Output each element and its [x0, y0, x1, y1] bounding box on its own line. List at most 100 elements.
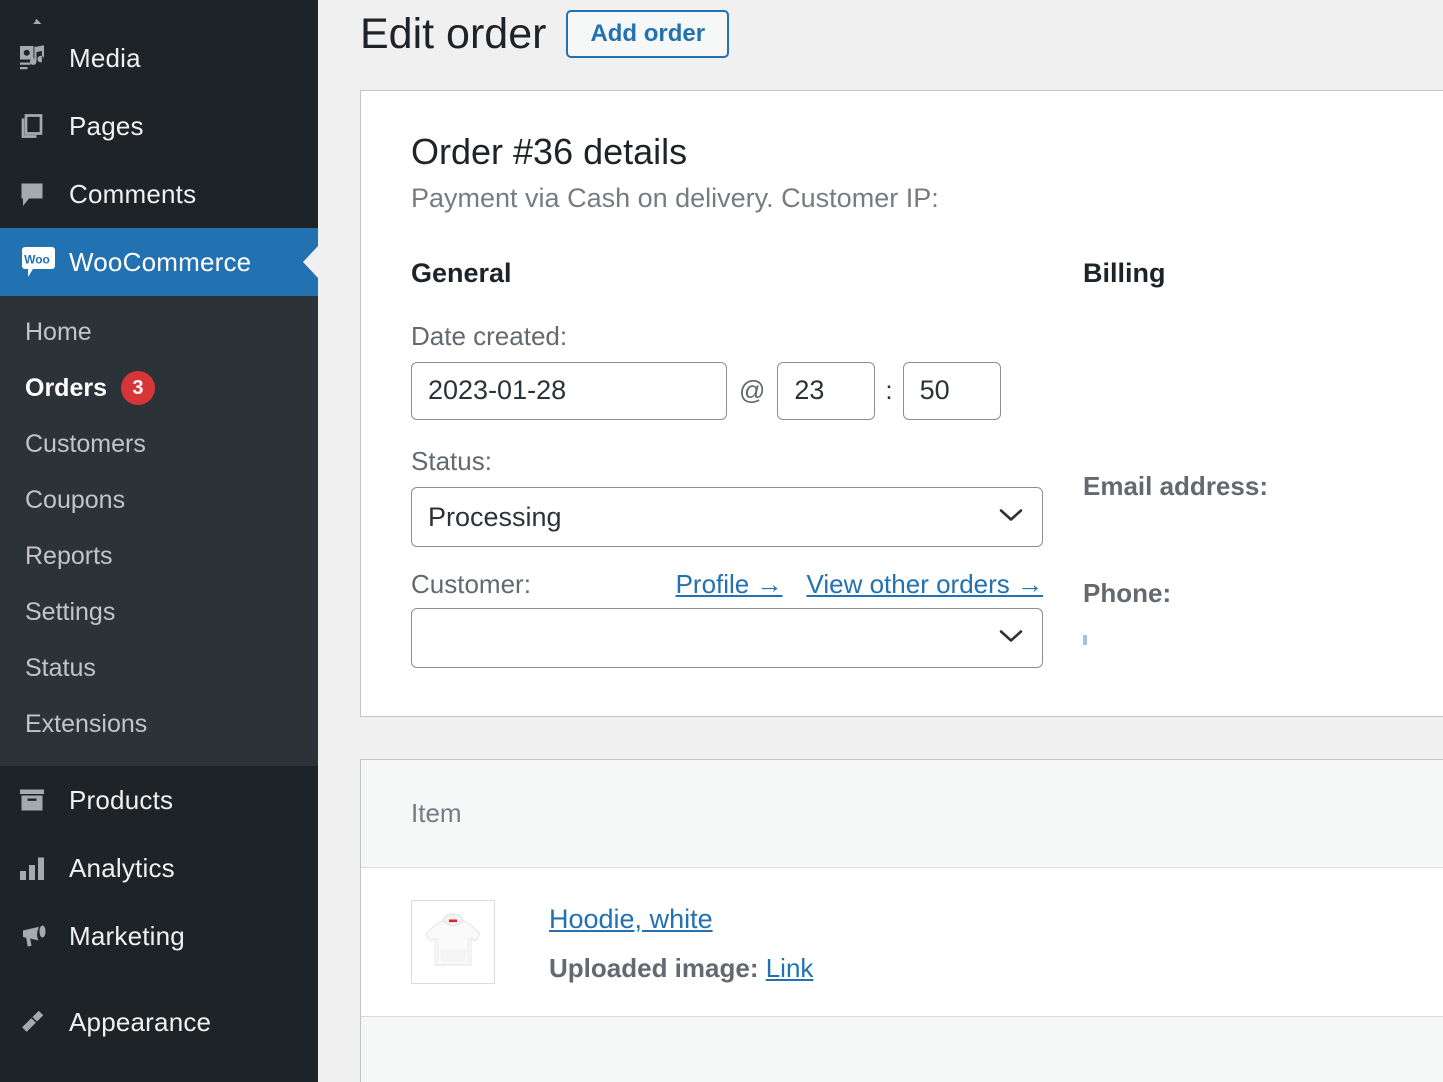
order-items-footer [361, 1016, 1443, 1082]
add-order-button[interactable]: Add order [566, 10, 729, 58]
billing-phone-label: Phone: [1083, 578, 1393, 609]
billing-column-title: Billing [1083, 258, 1393, 289]
item-cell: Hoodie, white Uploaded image: Link [361, 867, 1443, 1016]
sidebar-subitem-customers[interactable]: Customers [0, 416, 318, 472]
analytics-icon [17, 853, 63, 883]
table-row: Hoodie, white Uploaded image: Link [361, 867, 1443, 1016]
sidebar-item-label: Pages [69, 111, 144, 142]
sidebar-bottom-group: Appearance [0, 988, 318, 1056]
sidebar-subitem-home[interactable]: Home [0, 304, 318, 360]
status-label: Status: [411, 446, 1043, 477]
product-thumbnail [411, 900, 495, 984]
customer-profile-link[interactable]: Profile → [676, 569, 783, 600]
billing-address-value [1083, 321, 1393, 471]
sidebar-subitem-label: Orders [25, 374, 107, 403]
order-items-table: Item [361, 760, 1443, 1016]
product-name-link[interactable]: Hoodie, white [549, 904, 713, 935]
sidebar-subitem-label: Customers [25, 430, 146, 459]
sidebar-item-label: Media [69, 43, 141, 74]
sidebar-subitem-label: Settings [25, 598, 115, 627]
date-created-row: @ : [411, 362, 1043, 420]
white-hoodie-image [412, 901, 494, 983]
order-items-panel: Item [360, 759, 1443, 1082]
admin-sidebar: Posts Media Pages Comments [0, 0, 318, 1082]
order-date-input[interactable] [411, 362, 727, 420]
order-details-heading: Order #36 details [411, 129, 1393, 174]
sidebar-item-label: Appearance [69, 1007, 211, 1038]
sidebar-subitem-reports[interactable]: Reports [0, 528, 318, 584]
sidebar-item-appearance[interactable]: Appearance [0, 988, 318, 1056]
page-title: Edit order [360, 13, 546, 56]
sidebar-item-label: Products [69, 785, 173, 816]
sidebar-item-label: Analytics [69, 853, 175, 884]
sidebar-lower-group: Products Analytics Marketing [0, 766, 318, 970]
sidebar-subitem-extensions[interactable]: Extensions [0, 696, 318, 752]
item-meta-link[interactable]: Link [766, 953, 814, 983]
customer-label-row: Customer: Profile → View other orders → [411, 569, 1043, 600]
sidebar-subitem-coupons[interactable]: Coupons [0, 472, 318, 528]
appearance-icon [17, 1007, 63, 1037]
time-colon-separator: : [885, 375, 892, 406]
at-separator: @ [739, 375, 765, 406]
sidebar-subitem-label: Home [25, 318, 92, 347]
order-general-column: General Date created: @ : Status: Proces… [411, 258, 1043, 676]
table-header-row: Item [361, 760, 1443, 868]
column-header-item: Item [361, 760, 1443, 868]
sidebar-item-label: WooCommerce [69, 247, 251, 278]
sidebar-top-group: Posts Media Pages Comments [0, 0, 318, 296]
sidebar-item-marketing[interactable]: Marketing [0, 902, 318, 970]
sidebar-subitem-settings[interactable]: Settings [0, 584, 318, 640]
order-details-panel: Order #36 details Payment via Cash on de… [360, 90, 1443, 717]
marketing-icon [17, 921, 63, 951]
pin-icon [17, 16, 63, 24]
sidebar-item-comments[interactable]: Comments [0, 160, 318, 228]
woocommerce-icon: Woo [17, 242, 63, 282]
page-header: Edit order Add order [318, 0, 1443, 68]
customer-links: Profile → View other orders → [652, 569, 1043, 600]
products-icon [17, 785, 63, 815]
sidebar-divider [0, 970, 318, 988]
item-meta-label: Uploaded image: [549, 953, 758, 983]
order-status-select-wrap: Processing [411, 487, 1043, 547]
billing-phone-block: Phone: [1083, 578, 1393, 650]
sidebar-item-pages[interactable]: Pages [0, 92, 318, 160]
sidebar-subitem-orders[interactable]: Orders 3 [0, 360, 318, 416]
order-minute-input[interactable] [903, 362, 1001, 420]
app-root: Posts Media Pages Comments [0, 0, 1443, 1082]
main-content: Edit order Add order Order #36 details P… [318, 0, 1443, 1082]
item-meta: Uploaded image: Link [549, 953, 813, 984]
sidebar-subitem-label: Coupons [25, 486, 125, 515]
order-payment-info: Payment via Cash on delivery. Customer I… [411, 182, 1393, 216]
svg-text:Woo: Woo [24, 253, 50, 267]
sidebar-subitem-status[interactable]: Status [0, 640, 318, 696]
sidebar-item-label: Comments [69, 179, 196, 210]
general-column-title: General [411, 258, 1043, 289]
sidebar-subitem-label: Status [25, 654, 96, 683]
sidebar-item-products[interactable]: Products [0, 766, 318, 834]
customer-select-wrap [411, 608, 1043, 668]
item-text: Hoodie, white Uploaded image: Link [549, 900, 813, 984]
sidebar-item-media[interactable]: Media [0, 24, 318, 92]
order-items-head: Item [361, 760, 1443, 868]
order-columns: General Date created: @ : Status: Proces… [411, 258, 1393, 676]
sidebar-item-analytics[interactable]: Analytics [0, 834, 318, 902]
media-icon [17, 43, 63, 73]
billing-email-block: Email address: [1083, 471, 1393, 502]
date-created-label: Date created: [411, 321, 1043, 352]
sidebar-subitem-label: Reports [25, 542, 113, 571]
customer-select[interactable] [411, 608, 1043, 668]
billing-email-label: Email address: [1083, 471, 1393, 502]
order-hour-input[interactable] [777, 362, 875, 420]
sidebar-item-label: Marketing [69, 921, 185, 952]
comments-icon [17, 179, 63, 209]
billing-phone-value[interactable] [1083, 635, 1087, 645]
order-billing-column: Billing Email address: Phone: [1043, 258, 1393, 676]
sidebar-subitem-label: Extensions [25, 710, 147, 739]
sidebar-item-posts[interactable]: Posts [0, 0, 318, 24]
pages-icon [17, 111, 63, 141]
woocommerce-submenu: Home Orders 3 Customers Coupons Reports … [0, 296, 318, 766]
customer-label: Customer: [411, 569, 531, 600]
view-other-orders-link[interactable]: View other orders → [806, 569, 1043, 600]
order-status-select[interactable]: Processing [411, 487, 1043, 547]
sidebar-item-woocommerce[interactable]: Woo WooCommerce [0, 228, 318, 296]
